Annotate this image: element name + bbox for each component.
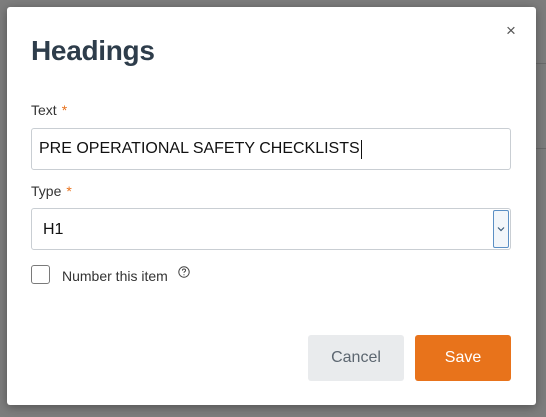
dialog-title: Headings — [31, 35, 155, 66]
headings-dialog: Headings × Text * PRE OPERATIONAL SAFETY … — [7, 7, 536, 405]
type-label: Type — [31, 183, 62, 199]
cancel-button[interactable]: Cancel — [308, 335, 404, 381]
text-label: Text — [31, 102, 57, 118]
text-cursor — [360, 139, 362, 159]
heading-text-input[interactable]: PRE OPERATIONAL SAFETY CHECKLISTS — [31, 128, 511, 170]
type-select[interactable]: H1 — [31, 208, 511, 250]
type-selected-value: H1 — [43, 221, 64, 238]
required-marker: * — [61, 102, 68, 118]
text-field-label: Text * — [31, 102, 67, 118]
chevron-down-icon[interactable] — [493, 210, 509, 248]
close-icon[interactable]: × — [504, 22, 518, 39]
heading-text-value: PRE OPERATIONAL SAFETY CHECKLISTS — [39, 140, 360, 157]
number-item-label: Number this item — [62, 268, 168, 284]
save-button[interactable]: Save — [415, 335, 511, 381]
type-field-label: Type * — [31, 183, 72, 199]
number-item-checkbox[interactable] — [31, 265, 50, 284]
help-circle-icon[interactable] — [178, 266, 190, 278]
required-marker: * — [66, 183, 72, 199]
